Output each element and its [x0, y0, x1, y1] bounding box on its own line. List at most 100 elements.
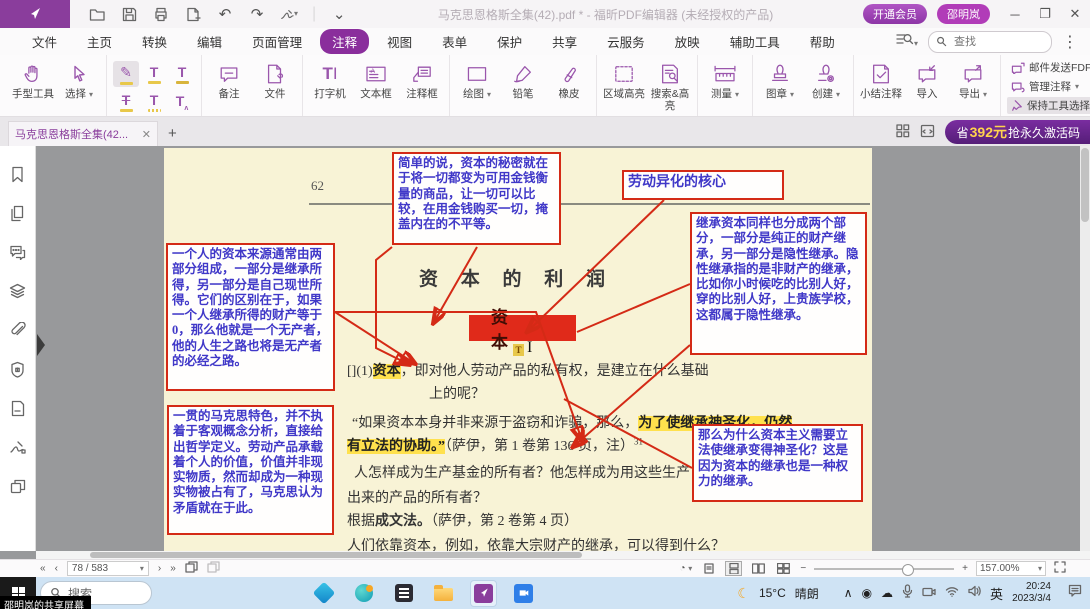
annotation-why-legislation[interactable]: 那么为什么资本主义需要立法使继承变得神圣化？这是因为资本的继承也是一种权力的继承…: [692, 424, 863, 502]
mail-fdf-button[interactable]: 邮件发送FDF: [1007, 59, 1090, 76]
tab-home[interactable]: 主页: [75, 29, 124, 54]
annotation-secret-of-capital[interactable]: 简单的说，资本的秘密就在于将一切都变为可用金钱衡量的商品，让一切可以比较，在用金…: [392, 152, 561, 245]
weather-moon-icon[interactable]: ☾: [737, 585, 750, 602]
tab-cloud[interactable]: 云服务: [595, 29, 657, 54]
open-file-icon[interactable]: [88, 5, 106, 23]
vertical-scrollbar[interactable]: [1080, 146, 1090, 551]
dark-tile-app-icon[interactable]: [390, 580, 417, 607]
switch-tab-icon[interactable]: [920, 124, 935, 143]
undo-icon[interactable]: ↶: [216, 5, 234, 23]
last-page-button[interactable]: »: [170, 563, 176, 574]
select-tool-button[interactable]: 选择 ▾: [58, 59, 100, 100]
more-options-icon[interactable]: ⋮: [1062, 32, 1078, 52]
squiggly-underline-icon[interactable]: T: [141, 89, 167, 115]
tab-convert[interactable]: 转换: [130, 29, 179, 54]
customize-toolbar-icon[interactable]: ⌄: [330, 5, 348, 23]
annotation-capital-sources[interactable]: 一个人的资本来源通常由两部分组成，一部分是继承所得，另一部分是自己现世所得。它们…: [166, 243, 335, 391]
linked-windows-icon[interactable]: [8, 476, 28, 496]
tab-form[interactable]: 表单: [430, 29, 479, 54]
panel-expand-handle[interactable]: [37, 334, 45, 356]
prev-page-button[interactable]: ‹: [55, 563, 58, 574]
next-page-button[interactable]: ›: [158, 563, 161, 574]
underline-text-icon[interactable]: T: [141, 61, 167, 87]
tab-grid-icon[interactable]: [896, 124, 910, 143]
tab-present[interactable]: 放映: [663, 29, 712, 54]
vertical-scrollbar-thumb[interactable]: [1081, 148, 1089, 222]
annotation-alienation-core[interactable]: 劳动异化的核心: [622, 170, 784, 200]
annotation-inherited-capital[interactable]: 继承资本同样也分成两个部分，一部分是纯正的财产继承，另一部分是隐性继承。隐性继承…: [690, 212, 867, 355]
attachments-panel-icon[interactable]: [8, 320, 28, 340]
search-highlight-button[interactable]: 搜索&高亮: [649, 59, 691, 112]
weather-label[interactable]: 晴朗: [795, 585, 819, 602]
first-page-button[interactable]: «: [40, 563, 46, 574]
measure-button[interactable]: 测量 ▾: [704, 59, 746, 100]
create-stamp-button[interactable]: 创建 ▾: [805, 59, 847, 100]
tab-comment[interactable]: 注释: [320, 29, 369, 54]
notification-center-icon[interactable]: [1068, 584, 1082, 602]
stamp-button[interactable]: 图章 ▾: [759, 59, 801, 100]
typewriter-button[interactable]: TI 打字机: [309, 59, 351, 100]
continuous-view-button[interactable]: [725, 561, 742, 576]
facing-view-button[interactable]: [750, 561, 767, 576]
promo-banner[interactable]: 省392元抢永久激活码: [945, 120, 1090, 144]
sign-tool-icon[interactable]: ▾: [280, 5, 298, 23]
wifi-icon[interactable]: [945, 584, 959, 602]
signatures-panel-icon[interactable]: [8, 437, 28, 457]
tab-edit[interactable]: 编辑: [185, 29, 234, 54]
horizontal-scrollbar-thumb[interactable]: [90, 552, 582, 558]
note-button[interactable]: 备注: [208, 59, 250, 100]
user-account-button[interactable]: 邵明岚: [937, 4, 990, 24]
eraser-button[interactable]: 橡皮: [548, 59, 590, 100]
tab-help[interactable]: 帮助: [798, 29, 847, 54]
manage-comments-button[interactable]: 管理注释 ▾: [1007, 78, 1090, 95]
foxit-app-icon[interactable]: [470, 580, 497, 607]
microphone-icon[interactable]: [902, 584, 913, 603]
record-indicator-icon[interactable]: ◉: [862, 586, 872, 600]
blue-app-icon[interactable]: [510, 580, 537, 607]
annotation-marx-style[interactable]: 一贯的马克思特色，并不执着于客观概念分析，直接给出哲学定义。劳动产品承载着个人的…: [167, 405, 334, 535]
file-explorer-icon[interactable]: [430, 580, 457, 607]
security-panel-icon[interactable]: [8, 359, 28, 379]
attach-file-button[interactable]: 文件: [254, 59, 296, 100]
tab-view[interactable]: 视图: [375, 29, 424, 54]
zoom-slider-knob[interactable]: [902, 564, 914, 576]
insert-text-icon[interactable]: Tʌ: [169, 89, 195, 115]
hidden-icons-chevron[interactable]: ∧: [844, 586, 853, 600]
document-tab[interactable]: 马克思恩格斯全集(42... ✕: [8, 121, 158, 146]
input-language-indicator[interactable]: 英: [990, 584, 1003, 603]
foxit-logo[interactable]: [0, 0, 70, 28]
page-number-field[interactable]: 78 / 583▾: [67, 561, 149, 576]
facing-continuous-view-button[interactable]: [775, 561, 792, 576]
bookmarks-panel-icon[interactable]: [8, 164, 28, 184]
highlight-text-icon[interactable]: ✎: [113, 61, 139, 87]
tab-page-manage[interactable]: 页面管理: [240, 29, 314, 54]
page-thumbnails-icon[interactable]: [8, 203, 28, 223]
fullscreen-icon[interactable]: [1054, 561, 1066, 576]
pdf-page[interactable]: 62 资 本 的 利 润 资 本 T I [](1)资本，即对他人劳动产品的私有…: [164, 148, 872, 551]
advanced-find-icon[interactable]: ▾: [896, 32, 918, 51]
textbox-button[interactable]: A 文本框: [355, 59, 397, 100]
area-highlight-button[interactable]: 区域高亮: [603, 59, 645, 100]
volume-icon[interactable]: [968, 584, 981, 602]
next-view-icon[interactable]: [207, 561, 220, 576]
rotate-view-icon[interactable]: ◔ ▾: [679, 563, 692, 574]
single-page-view-button[interactable]: [700, 561, 717, 576]
redo-icon[interactable]: ↷: [248, 5, 266, 23]
new-tab-button[interactable]: +: [168, 125, 177, 142]
zoom-level-select[interactable]: 157.00%▾: [976, 561, 1046, 576]
open-membership-button[interactable]: 开通会员: [863, 4, 927, 24]
export-comments-button[interactable]: 导出 ▾: [952, 59, 994, 100]
close-tab-icon[interactable]: ✕: [142, 128, 151, 141]
save-icon[interactable]: [120, 5, 138, 23]
zoom-out-button[interactable]: −: [800, 563, 806, 574]
temperature-label[interactable]: 15°C: [759, 586, 786, 600]
draw-button[interactable]: 绘图 ▾: [456, 59, 498, 100]
tab-file[interactable]: 文件: [20, 29, 69, 54]
destinations-panel-icon[interactable]: [8, 398, 28, 418]
import-comments-button[interactable]: 导入: [906, 59, 948, 100]
layers-panel-icon[interactable]: [8, 281, 28, 301]
comments-panel-icon[interactable]: [8, 242, 28, 262]
teal-gem-app-icon[interactable]: [310, 580, 337, 607]
tab-protect[interactable]: 保护: [485, 29, 534, 54]
summarize-comments-button[interactable]: 小结注释: [860, 59, 902, 100]
